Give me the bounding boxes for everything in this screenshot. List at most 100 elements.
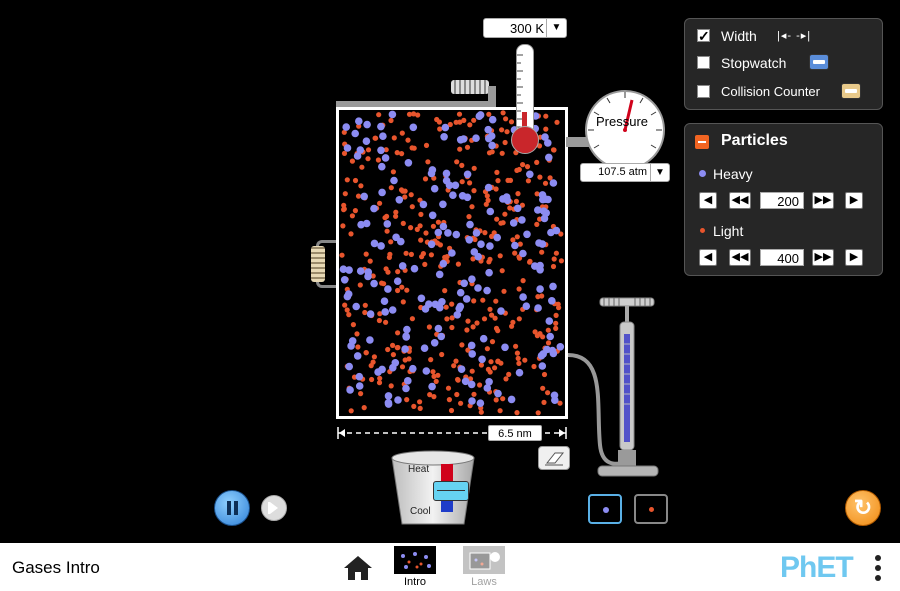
heavy-particle	[509, 219, 518, 227]
heavy-particle	[356, 146, 365, 154]
light-particle	[358, 183, 364, 189]
heavy-particle	[513, 204, 522, 213]
heavy-particle	[388, 110, 397, 119]
heavy-particle	[355, 372, 364, 381]
options-panel: Width |◂- -▸| Stopwatch Collision Counte…	[684, 18, 883, 110]
light-particle	[369, 376, 375, 383]
heavy-particle	[436, 303, 444, 312]
reset-all-button[interactable]: ↻	[845, 490, 881, 526]
heavy-particle-type-button[interactable]	[588, 494, 622, 524]
light-particle	[558, 258, 564, 264]
heat-label: Heat	[408, 464, 430, 475]
heavy-particle	[478, 355, 486, 364]
screen-laws-button[interactable]: Laws	[461, 546, 507, 588]
width-option[interactable]: Width |◂- -▸|	[697, 26, 877, 46]
heavy-increment-1-button[interactable]: ▶	[845, 192, 863, 209]
light-particle	[390, 342, 396, 348]
intro-screen-thumbnail	[394, 546, 436, 574]
light-particle	[344, 307, 350, 313]
heavy-particle	[545, 317, 554, 325]
heavy-particle	[456, 288, 465, 297]
stopwatch-option[interactable]: Stopwatch	[697, 53, 877, 73]
heavy-label: Heavy	[713, 166, 753, 182]
phet-logo-text: PhET	[780, 551, 854, 584]
heavy-increment-10-button[interactable]: ▶▶	[812, 192, 834, 209]
temperature-readout[interactable]: 300 K ▼	[483, 18, 567, 38]
collapse-icon[interactable]	[695, 135, 709, 149]
light-particle	[534, 221, 540, 227]
light-particle	[342, 302, 348, 308]
light-particle	[514, 234, 520, 240]
heavy-particle	[419, 200, 428, 209]
heavy-particle	[487, 132, 496, 140]
side-handle-grip[interactable]	[311, 246, 325, 282]
heavy-particle	[430, 184, 439, 193]
gauge-label: Pressure	[596, 114, 649, 129]
heavy-particle	[351, 129, 359, 138]
collision-counter-checkbox[interactable]	[697, 85, 710, 98]
pressure-gauge: Pressure	[582, 90, 668, 170]
light-decrement-1-button[interactable]: ◀	[699, 249, 717, 266]
collision-counter-option[interactable]: Collision Counter	[697, 82, 877, 102]
light-particle	[489, 233, 495, 239]
light-decrement-10-button[interactable]: ◀◀	[729, 249, 751, 266]
light-particle	[395, 269, 401, 275]
heavy-decrement-10-button[interactable]: ◀◀	[729, 192, 751, 209]
sim-title: Gases Intro	[12, 558, 100, 577]
light-particle	[388, 383, 394, 389]
light-particle	[469, 204, 475, 210]
light-particle	[437, 126, 443, 132]
heavy-particle	[434, 228, 443, 237]
chevron-down-icon[interactable]: ▼	[650, 164, 669, 181]
light-particle	[488, 359, 494, 365]
light-particle	[427, 392, 433, 398]
pressure-readout[interactable]: 107.5 atm ▼	[580, 163, 670, 182]
light-particle	[499, 150, 505, 156]
light-particle	[464, 144, 471, 150]
heavy-particle	[428, 382, 436, 391]
light-particle	[418, 211, 424, 217]
heavy-particle	[535, 239, 543, 247]
heavy-particle	[345, 362, 353, 371]
light-particle-type-button[interactable]	[634, 494, 668, 524]
heat-cool-slider[interactable]	[433, 481, 469, 501]
light-particle	[524, 164, 531, 170]
lid-handle[interactable]	[451, 80, 489, 94]
light-particle	[362, 309, 368, 316]
light-particle	[348, 408, 354, 414]
light-particle	[510, 319, 516, 325]
heavy-particle	[381, 308, 389, 316]
light-increment-1-button[interactable]: ▶	[845, 249, 863, 266]
light-particle	[449, 324, 455, 331]
light-particle	[506, 371, 512, 377]
light-particle	[489, 339, 496, 345]
home-icon[interactable]	[343, 555, 373, 581]
pause-button[interactable]	[214, 490, 250, 526]
step-forward-button[interactable]	[261, 495, 287, 521]
light-particle	[471, 298, 477, 304]
light-particle	[539, 249, 545, 255]
heavy-particle	[457, 365, 466, 373]
light-particle	[454, 159, 460, 165]
light-particle	[458, 400, 464, 406]
width-checkbox[interactable]	[697, 26, 710, 46]
heavy-particle	[451, 181, 460, 190]
pump-icon[interactable]	[592, 294, 662, 484]
heavy-particle	[345, 266, 353, 274]
light-particle	[409, 204, 415, 210]
heavy-decrement-1-button[interactable]: ◀	[699, 192, 717, 209]
light-particle	[425, 159, 431, 165]
heavy-particle	[346, 386, 354, 394]
heavy-particle	[466, 220, 474, 229]
phet-logo[interactable]: PhET	[780, 551, 854, 585]
light-particle	[376, 317, 382, 324]
light-particle	[448, 407, 455, 414]
stopwatch-checkbox[interactable]	[697, 56, 710, 69]
heavy-particle	[384, 392, 393, 400]
light-increment-10-button[interactable]: ▶▶	[812, 249, 834, 266]
light-particle	[494, 216, 500, 222]
kebab-menu-icon[interactable]	[874, 555, 882, 581]
intro-thumbnail-art	[401, 552, 431, 569]
screen-intro-button[interactable]: Intro	[392, 546, 438, 588]
chevron-down-icon[interactable]: ▼	[546, 19, 566, 37]
